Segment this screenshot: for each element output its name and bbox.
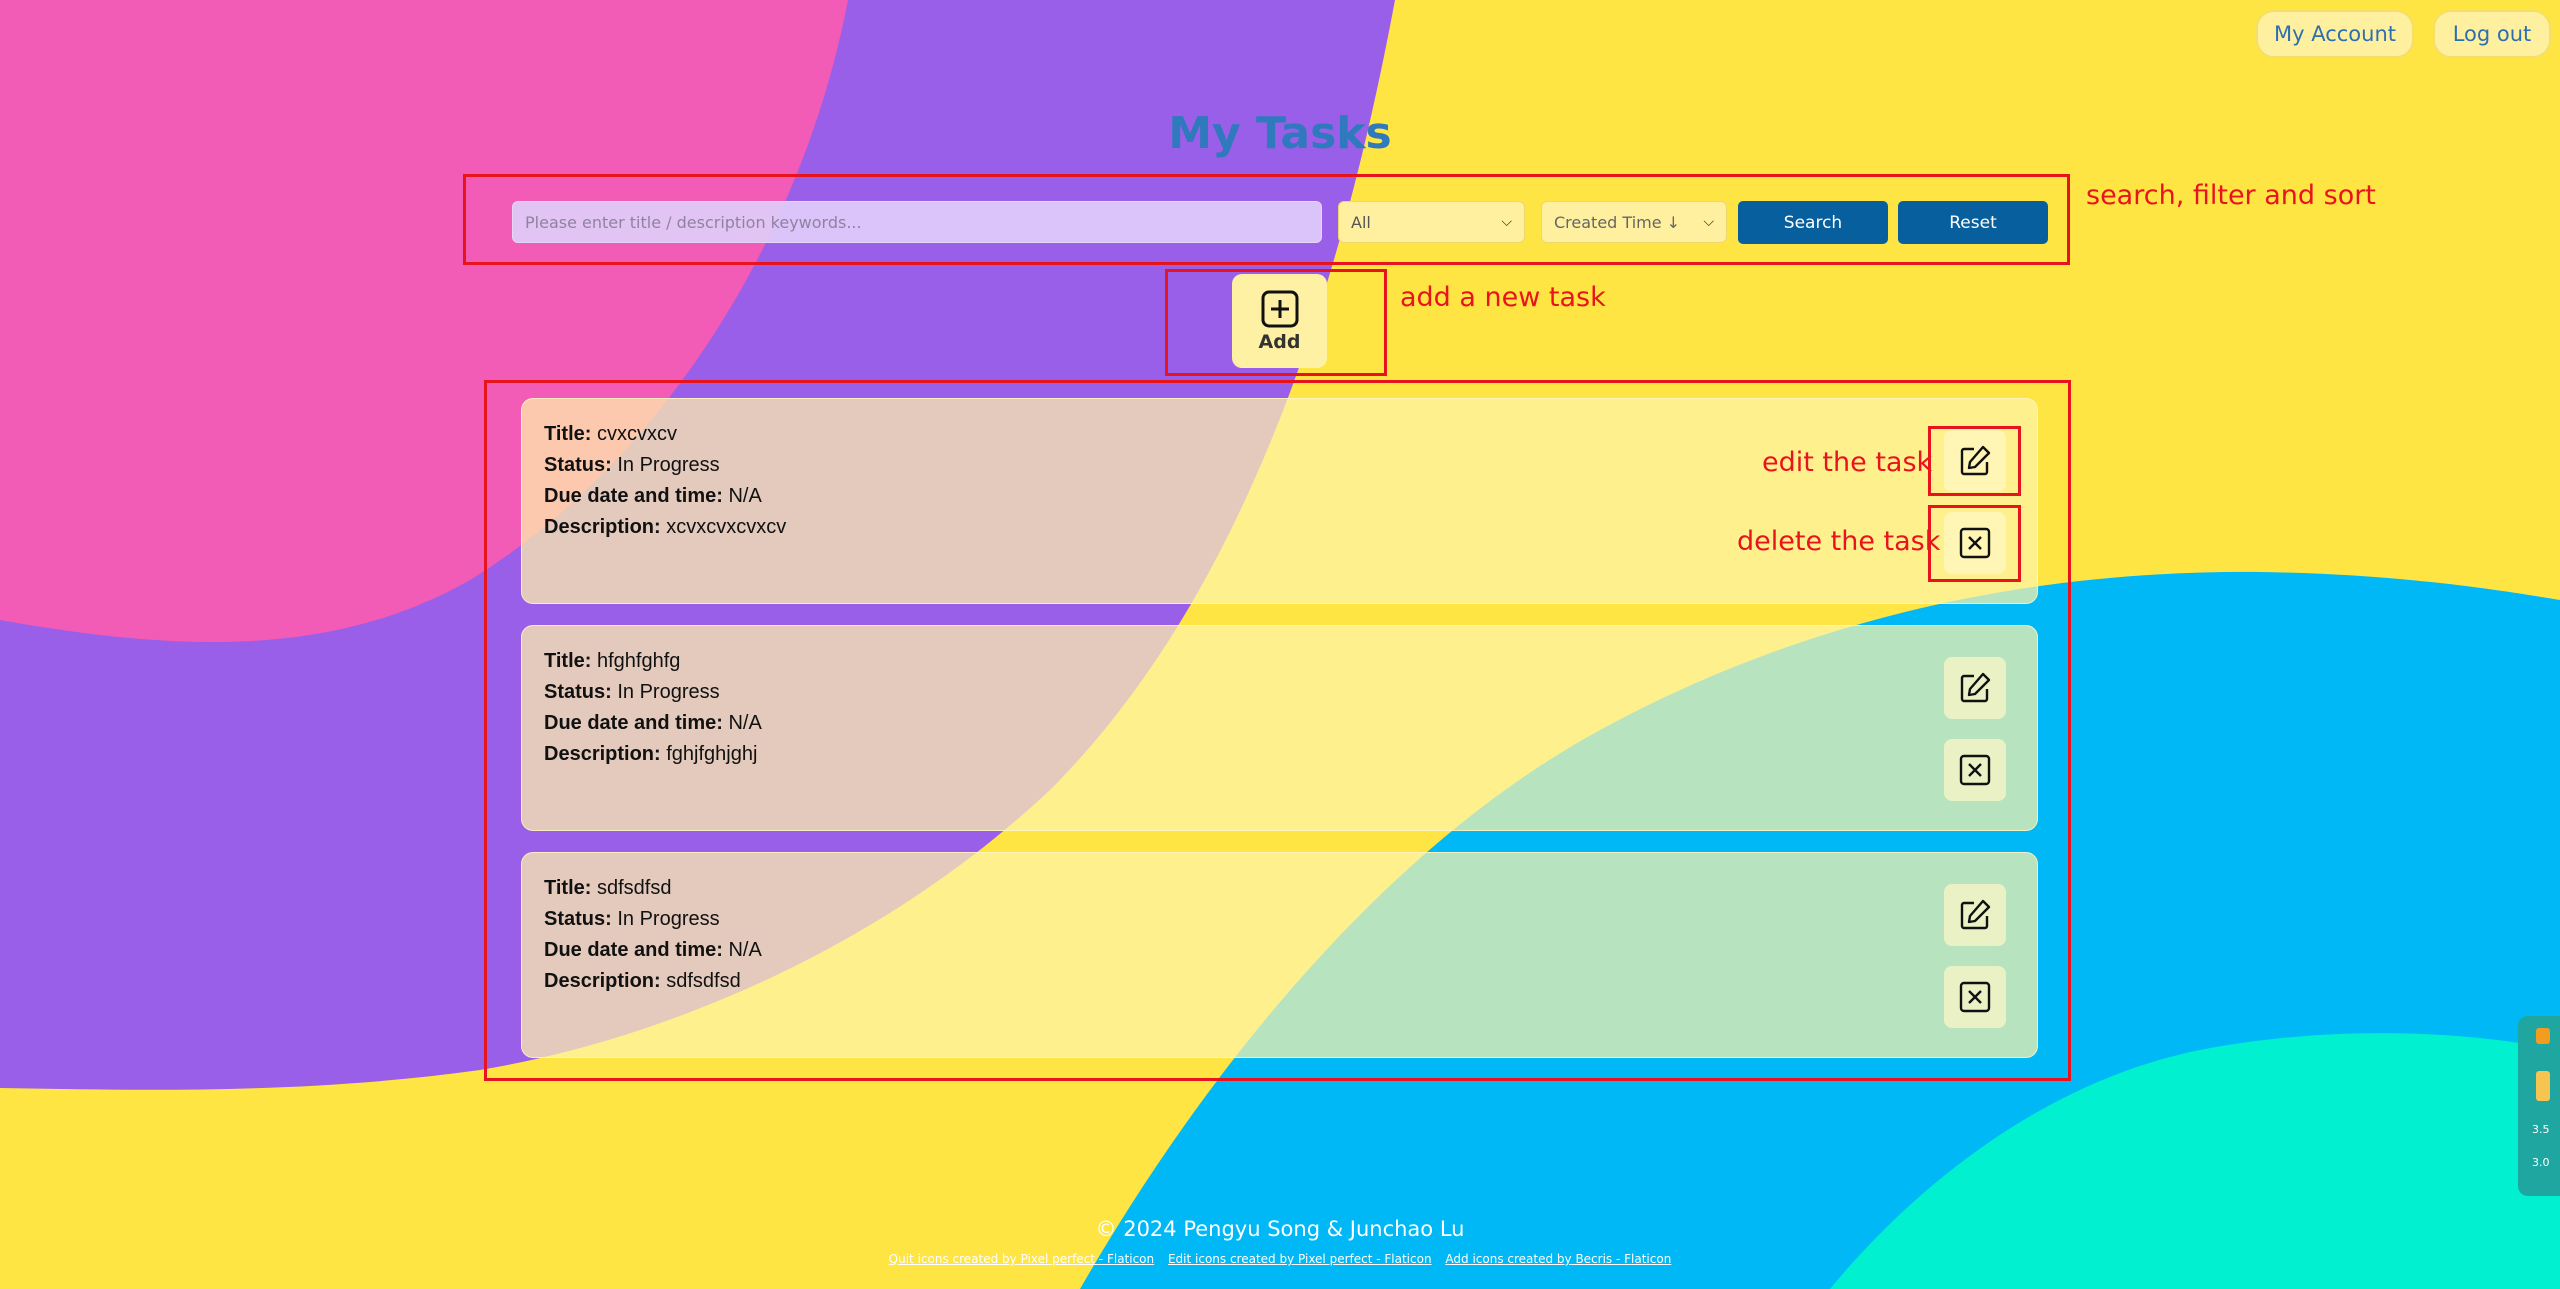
task-title: hfghfghfg (596, 650, 681, 672)
edit-task-button[interactable] (1944, 884, 2006, 946)
annotation-search: search, filter and sort (2086, 180, 2376, 211)
task-description-line: Description: xcvxcvxcvxcv (544, 516, 787, 538)
network-speed-widget[interactable]: 3.5 3.0 (2518, 1016, 2560, 1196)
delete-task-button[interactable] (1944, 966, 2006, 1028)
speed-upload: 3.5 (2532, 1123, 2550, 1136)
task-description-line: Description: sdfsdfsd (544, 970, 741, 992)
task-card: Title: sdfsdfsd Status: In Progress Due … (521, 852, 2038, 1058)
edit-icon (1960, 445, 1991, 476)
task-due: N/A (728, 485, 762, 507)
credit-link-add[interactable]: Add icons created by Becris - Flaticon (1445, 1252, 1671, 1266)
task-description: fghjfghjghj (666, 743, 758, 765)
credit-link-quit[interactable]: Quit icons created by Pixel perfect - Fl… (889, 1252, 1154, 1266)
task-description-line: Description: fghjfghjghj (544, 743, 758, 765)
edit-task-button[interactable] (1944, 430, 2006, 492)
task-due-line: Due date and time: N/A (544, 939, 762, 961)
close-icon (1959, 527, 1991, 559)
add-label: Add (1258, 331, 1301, 353)
task-description: sdfsdfsd (666, 970, 741, 992)
task-status-line: Status: In Progress (544, 908, 720, 930)
notification-badge-icon (2536, 1028, 2550, 1044)
task-status: In Progress (617, 454, 720, 476)
chevron-down-icon: ⌵ (1703, 214, 1714, 230)
close-icon (1959, 754, 1991, 786)
delete-task-button[interactable] (1944, 512, 2006, 574)
task-due: N/A (728, 939, 762, 961)
close-icon (1959, 981, 1991, 1013)
task-due-line: Due date and time: N/A (544, 485, 762, 507)
annotation-delete: delete the task (1737, 526, 1941, 557)
sort-value: Created Time ↓ (1554, 212, 1681, 232)
edit-icon (1960, 899, 1991, 930)
sort-select[interactable]: Created Time ↓ ⌵ (1541, 201, 1727, 243)
task-status-line: Status: In Progress (544, 681, 720, 703)
speed-download: 3.0 (2532, 1156, 2550, 1169)
task-title-line: Title: sdfsdfsd (544, 877, 672, 899)
task-status: In Progress (617, 681, 720, 703)
footer-copyright: © 2024 Pengyu Song & Junchao Lu (1095, 1217, 1465, 1241)
add-icon (1261, 290, 1298, 328)
task-status-line: Status: In Progress (544, 454, 720, 476)
task-title-line: Title: hfghfghfg (544, 650, 681, 672)
task-title: cvxcvxcv (596, 423, 677, 445)
task-card: Title: cvxcvxcv Status: In Progress Due … (521, 398, 2038, 604)
chevron-down-icon: ⌵ (1501, 214, 1512, 230)
page-title: My Tasks (1168, 108, 1392, 159)
footer-credits: Quit icons created by Pixel perfect - Fl… (0, 1252, 2560, 1266)
delete-task-button[interactable] (1944, 739, 2006, 801)
search-button[interactable]: Search (1738, 201, 1888, 244)
logout-button[interactable]: Log out (2433, 10, 2551, 58)
edit-icon (1960, 672, 1991, 703)
add-task-button[interactable]: Add (1232, 274, 1327, 368)
task-title: sdfsdfsd (596, 877, 672, 899)
annotation-edit: edit the task (1762, 447, 1933, 478)
task-status: In Progress (617, 908, 720, 930)
task-due: N/A (728, 712, 762, 734)
task-description: xcvxcvxcvxcv (666, 516, 787, 538)
bar-icon (2536, 1071, 2550, 1101)
search-input[interactable] (512, 201, 1322, 243)
status-filter-value: All (1351, 212, 1371, 232)
credit-link-edit[interactable]: Edit icons created by Pixel perfect - Fl… (1168, 1252, 1432, 1266)
reset-button[interactable]: Reset (1898, 201, 2048, 244)
edit-task-button[interactable] (1944, 657, 2006, 719)
task-due-line: Due date and time: N/A (544, 712, 762, 734)
task-card: Title: hfghfghfg Status: In Progress Due… (521, 625, 2038, 831)
my-account-button[interactable]: My Account (2256, 10, 2414, 58)
annotation-add: add a new task (1400, 282, 1606, 313)
task-title-line: Title: cvxcvxcv (544, 423, 677, 445)
status-filter-select[interactable]: All ⌵ (1338, 201, 1525, 243)
